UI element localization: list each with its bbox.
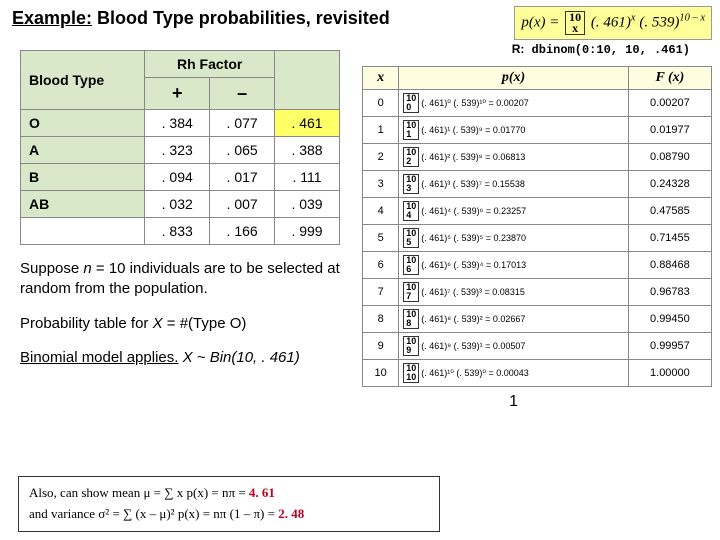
binom-icon: 104 xyxy=(403,201,419,221)
x-value: 9 xyxy=(363,333,399,360)
x-value: 7 xyxy=(363,279,399,306)
sum-value: 1 xyxy=(399,387,629,415)
binom-icon: 103 xyxy=(403,174,419,194)
bt-row-label: O xyxy=(21,110,145,137)
cdf-value: 0.00207 xyxy=(628,90,711,117)
binom-icon: 102 xyxy=(403,147,419,167)
example-label: Example: xyxy=(12,8,92,28)
rh-header: Rh Factor xyxy=(145,51,275,78)
cdf-value: 0.08790 xyxy=(628,144,711,171)
cdf-value: 0.99957 xyxy=(628,333,711,360)
cdf-value: 0.88468 xyxy=(628,252,711,279)
paragraph-binomial: Binomial model applies. X ~ Bin(10, . 46… xyxy=(20,348,340,368)
binom-icon: 105 xyxy=(403,228,419,248)
bt-row-label: B xyxy=(21,164,145,191)
pmf-formula: p(x) = 10x (. 461)x (. 539)10 – x xyxy=(514,6,712,40)
x-value: 4 xyxy=(363,198,399,225)
paragraph-probtable: Probability table for X = #(Type O) xyxy=(20,314,340,334)
mean-variance-box: Also, can show mean μ = ∑ x p(x) = nπ = … xyxy=(18,476,440,532)
x-value: 2 xyxy=(363,144,399,171)
binom-icon: 1010 xyxy=(403,363,419,383)
paragraph-suppose: Suppose n = 10 individuals are to be sel… xyxy=(20,259,340,300)
cdf-value: 0.24328 xyxy=(628,171,711,198)
x-value: 5 xyxy=(363,225,399,252)
blood-type-header: Blood Type xyxy=(21,51,145,110)
binom-icon: 100 xyxy=(403,93,419,113)
binom-icon: 107 xyxy=(403,282,419,302)
cdf-value: 0.99450 xyxy=(628,306,711,333)
x-value: 10 xyxy=(363,360,399,387)
binom-icon: 108 xyxy=(403,309,419,329)
x-value: 1 xyxy=(363,117,399,144)
cdf-value: 0.96783 xyxy=(628,279,711,306)
cdf-value: 0.01977 xyxy=(628,117,711,144)
r-code-line: R: dbinom(0:10, 10, .461) xyxy=(512,42,690,57)
binom-icon: 101 xyxy=(403,120,419,140)
bt-row-label: AB xyxy=(21,191,145,218)
cdf-value: 1.00000 xyxy=(628,360,711,387)
binom-icon: 106 xyxy=(403,255,419,275)
bt-row-label: A xyxy=(21,137,145,164)
cdf-value: 0.47585 xyxy=(628,198,711,225)
x-value: 3 xyxy=(363,171,399,198)
x-value: 8 xyxy=(363,306,399,333)
mean-value: 4. 61 xyxy=(249,485,275,500)
x-value: 6 xyxy=(363,252,399,279)
variance-value: 2. 48 xyxy=(278,506,304,521)
title-rest: Blood Type probabilities, revisited xyxy=(92,8,390,28)
binom-icon: 10x xyxy=(565,11,585,35)
cdf-value: 0.71455 xyxy=(628,225,711,252)
blood-type-table: Blood Type Rh Factor + – O. 384. 077. 46… xyxy=(20,50,340,245)
probability-table: xp(x)F (x) 0100(. 461)⁰ (. 539)¹⁰ = 0.00… xyxy=(362,66,712,414)
binom-icon: 109 xyxy=(403,336,419,356)
x-value: 0 xyxy=(363,90,399,117)
formula-lhs: p(x) = xyxy=(521,14,563,30)
